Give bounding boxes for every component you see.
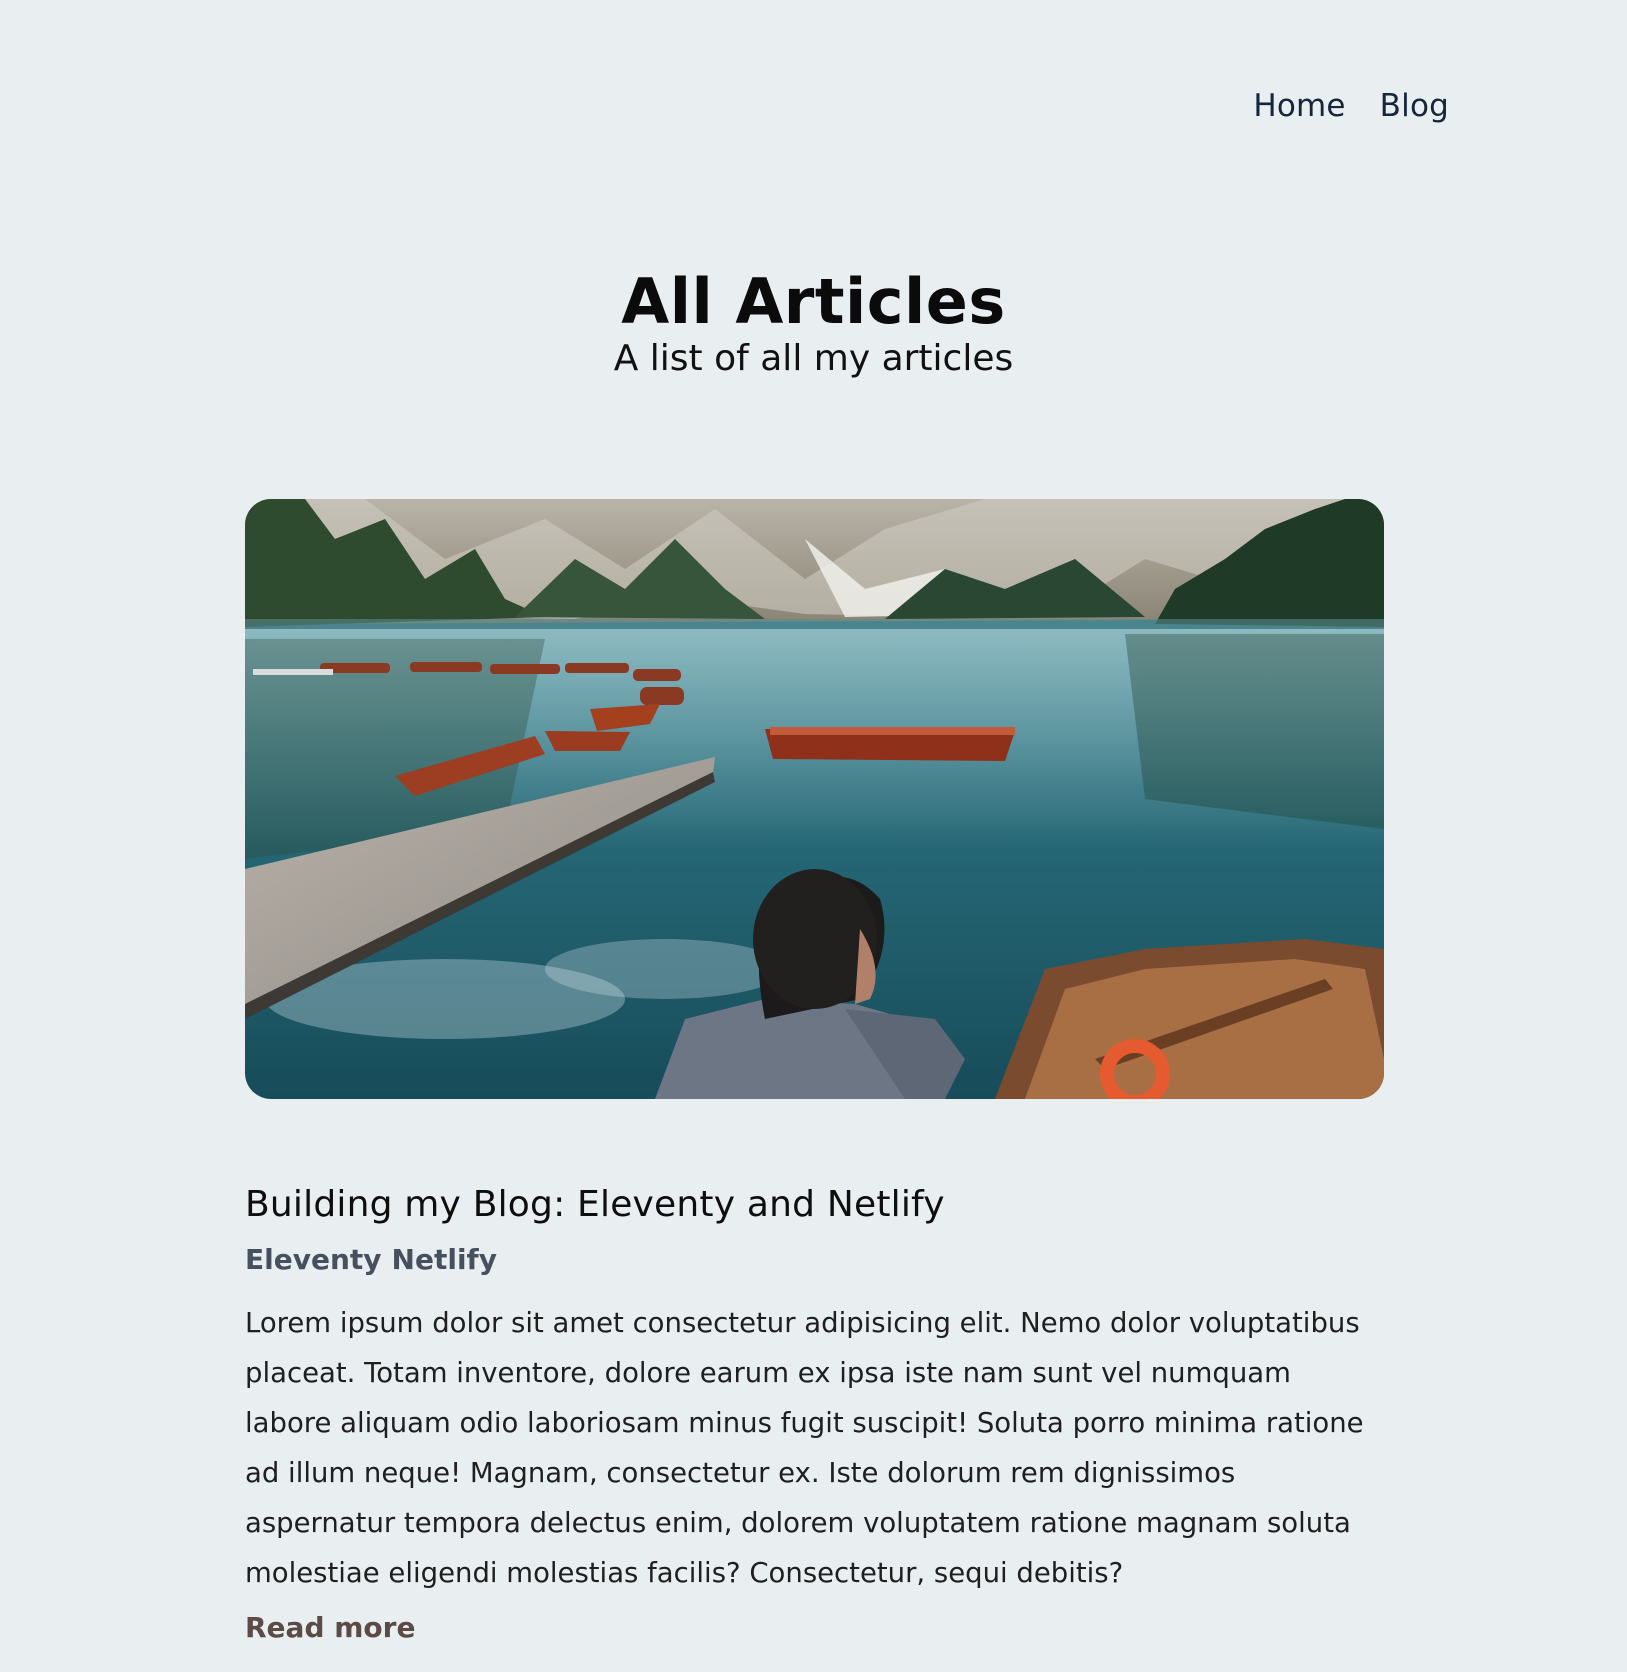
article-card: Building my Blog: Eleventy and Netlify E… xyxy=(245,1178,1385,1650)
nav-link-blog[interactable]: Blog xyxy=(1380,88,1449,124)
top-nav: Home Blog xyxy=(1253,88,1449,124)
nav-link-home[interactable]: Home xyxy=(1253,88,1345,124)
article-cover-image[interactable] xyxy=(245,499,1384,1099)
tag-eleventy[interactable]: Eleventy xyxy=(245,1240,382,1280)
page-title: All Articles xyxy=(621,265,1006,338)
page-subtitle: A list of all my articles xyxy=(613,338,1014,379)
read-more-link[interactable]: Read more xyxy=(245,1606,415,1650)
tag-netlify[interactable]: Netlify xyxy=(392,1240,497,1280)
lake-photo-illustration xyxy=(245,499,1384,1099)
page-header: All Articles A list of all my articles xyxy=(0,262,1627,384)
article-title[interactable]: Building my Blog: Eleventy and Netlify xyxy=(245,1178,1385,1232)
article-excerpt: Lorem ipsum dolor sit amet consectetur a… xyxy=(245,1307,1364,1589)
article-tags: Eleventy Netlify xyxy=(245,1240,1385,1280)
